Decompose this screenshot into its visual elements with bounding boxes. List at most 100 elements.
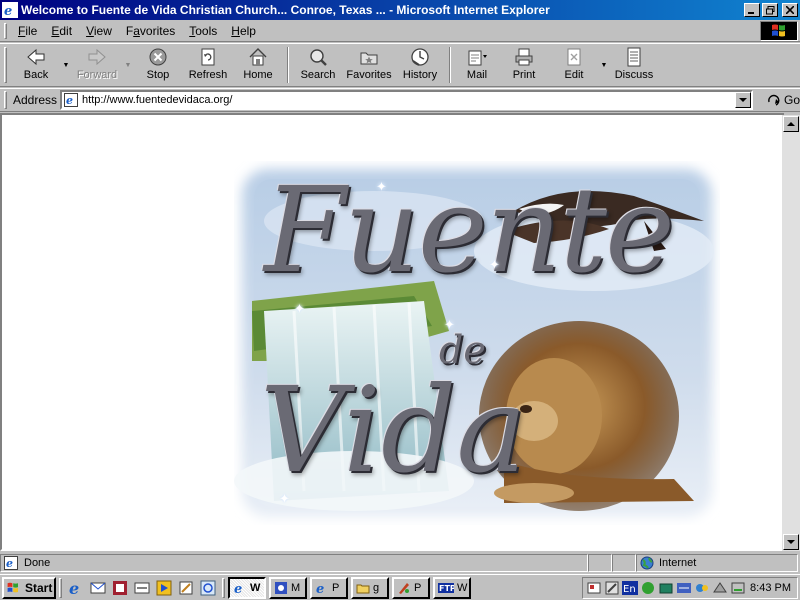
close-icon <box>786 6 794 14</box>
search-label: Search <box>300 69 336 81</box>
forward-button[interactable]: Forward <box>71 44 123 86</box>
tray-app-icon[interactable] <box>694 580 710 596</box>
back-button[interactable]: Back <box>11 44 61 86</box>
tray-app-icon[interactable] <box>730 580 746 596</box>
go-button[interactable]: Go <box>767 93 800 107</box>
language-indicator-icon[interactable]: En <box>622 580 638 596</box>
folder-icon <box>356 584 370 593</box>
back-dropdown[interactable]: ▼ <box>61 44 71 86</box>
search-button[interactable]: Search <box>293 44 343 86</box>
page-done-icon: e <box>4 556 18 570</box>
task-button-word[interactable]: e W <box>228 576 266 599</box>
vertical-scrollbar[interactable] <box>782 115 800 551</box>
address-bar: Address e http://www.fuentedevidaca.org/… <box>0 88 800 112</box>
refresh-button[interactable]: Refresh <box>183 44 233 86</box>
scroll-up-button[interactable] <box>783 116 799 132</box>
forward-dropdown[interactable]: ▼ <box>123 44 133 86</box>
menu-tools[interactable]: Tools <box>182 22 224 40</box>
sparkle-icon: ✦ <box>376 179 387 194</box>
menu-view[interactable]: View <box>79 22 119 40</box>
toolbar-separator <box>287 47 289 83</box>
svg-text:e: e <box>316 582 324 595</box>
menu-view-label: iew <box>93 23 112 38</box>
title-bar: e Welcome to Fuente de Vida Christian Ch… <box>0 0 800 20</box>
chevron-up-icon <box>787 121 795 126</box>
print-button[interactable]: Print <box>499 44 549 86</box>
taskbar: Start e e W M e P g P FTP W En 8: <box>0 574 800 600</box>
toolbar-grip[interactable] <box>4 47 7 83</box>
window-title: Welcome to Fuente de Vida Christian Chur… <box>21 3 550 17</box>
search-icon <box>310 49 327 66</box>
taskbar-clock[interactable]: 8:43 PM <box>750 582 791 594</box>
windows-flag-icon <box>7 582 18 592</box>
discuss-button[interactable]: Discuss <box>609 44 659 86</box>
home-button[interactable]: Home <box>233 44 283 86</box>
task-button-g[interactable]: g <box>351 576 389 599</box>
favorites-button[interactable]: Favorites <box>343 44 395 86</box>
task-label: W <box>250 581 261 594</box>
quicklaunch-app-icon[interactable] <box>199 579 217 597</box>
tray-app-icon[interactable] <box>658 580 674 596</box>
discuss-label: Discuss <box>614 69 654 81</box>
minimize-icon <box>748 12 754 14</box>
address-grip[interactable] <box>4 91 7 109</box>
status-bar: e Done Internet <box>0 553 800 573</box>
menu-edit-label: dit <box>59 23 73 38</box>
quicklaunch-app-icon[interactable] <box>177 579 195 597</box>
banner-title-fuente: Fuente <box>264 161 675 299</box>
menu-file[interactable]: File <box>11 22 44 40</box>
svg-text:e: e <box>66 94 73 107</box>
ie-task-icon: e <box>234 582 242 595</box>
church-banner-image: Fuente de Vida ✦ ✦ ✦ ✦ ✦ <box>234 161 720 525</box>
edit-label: Edit <box>564 69 584 81</box>
close-button[interactable] <box>782 3 798 17</box>
quicklaunch-app-icon[interactable] <box>111 579 129 597</box>
tray-app-icon[interactable] <box>676 580 692 596</box>
task-button-p[interactable]: e P <box>310 576 348 599</box>
menu-edit[interactable]: Edit <box>44 22 79 40</box>
svg-text:En: En <box>623 584 636 595</box>
globe-icon <box>640 556 654 570</box>
menu-favorites-label: vorites <box>139 23 176 38</box>
menu-view-accel: V <box>86 23 94 38</box>
menu-grip[interactable] <box>4 22 7 39</box>
sparkle-icon: ✦ <box>489 257 500 272</box>
tray-app-icon[interactable] <box>712 580 728 596</box>
menu-favorites[interactable]: Favorites <box>119 22 182 40</box>
mail-button[interactable]: Mail <box>455 44 499 86</box>
tray-app-icon[interactable] <box>586 580 602 596</box>
refresh-icon <box>201 48 215 66</box>
menu-help[interactable]: Help <box>224 22 263 40</box>
tray-app-icon[interactable] <box>640 580 656 596</box>
task-button-p2[interactable]: P <box>392 576 430 599</box>
start-button[interactable]: Start <box>2 576 56 599</box>
page-icon: e <box>64 93 79 107</box>
svg-text:e: e <box>234 582 242 595</box>
task-button-ftp[interactable]: FTP W <box>433 576 471 599</box>
page-viewport[interactable]: Fuente de Vida ✦ ✦ ✦ ✦ ✦ <box>0 113 784 551</box>
chevron-down-icon <box>738 97 747 102</box>
minimize-button[interactable] <box>744 3 760 17</box>
restore-button[interactable] <box>762 3 778 17</box>
forward-label: Forward <box>76 69 118 81</box>
quicklaunch-separator <box>59 577 62 598</box>
edit-button[interactable]: Edit <box>549 44 599 86</box>
edit-dropdown[interactable]: ▼ <box>599 44 609 86</box>
task-button-m[interactable]: M <box>269 576 307 599</box>
quicklaunch-ie-icon[interactable]: e <box>67 579 85 597</box>
quicklaunch-media-icon[interactable] <box>155 579 173 597</box>
address-dropdown-button[interactable] <box>734 92 751 108</box>
address-input[interactable]: e http://www.fuentedevidaca.org/ <box>60 90 753 110</box>
stop-button[interactable]: Stop <box>133 44 183 86</box>
history-icon <box>411 48 429 66</box>
quicklaunch-outlook-icon[interactable] <box>89 579 107 597</box>
forward-arrow-icon <box>88 48 106 66</box>
print-label: Print <box>512 69 536 81</box>
svg-text:e: e <box>6 557 13 570</box>
scroll-down-button[interactable] <box>783 534 799 550</box>
tray-app-icon[interactable] <box>604 580 620 596</box>
quicklaunch-app-icon[interactable] <box>133 579 151 597</box>
standard-toolbar: Back ▼ Forward ▼ Stop Refresh Home Searc… <box>0 43 800 87</box>
svg-text:FTP: FTP <box>439 584 454 593</box>
history-button[interactable]: History <box>395 44 445 86</box>
